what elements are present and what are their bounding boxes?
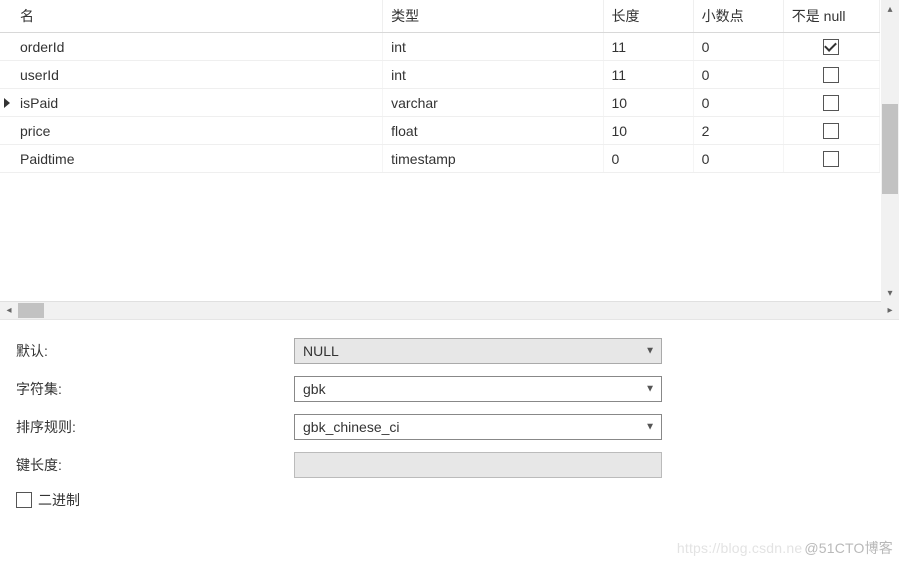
- binary-label: 二进制: [38, 490, 80, 510]
- vertical-scrollbar[interactable]: ▴ ▾: [881, 0, 899, 302]
- default-value: NULL: [303, 343, 339, 359]
- cell-length[interactable]: 10: [603, 117, 693, 145]
- cell-type[interactable]: int: [383, 61, 603, 89]
- cell-length[interactable]: 10: [603, 89, 693, 117]
- chevron-down-icon: ▼: [645, 384, 655, 395]
- notnull-checkbox[interactable]: [823, 39, 839, 55]
- header-notnull[interactable]: 不是 null: [783, 0, 879, 33]
- header-marker: [0, 0, 12, 33]
- cell-name[interactable]: orderId: [12, 33, 383, 61]
- fields-table-viewport: 名 类型 长度 小数点 不是 null orderIdint110userIdi…: [0, 0, 880, 301]
- header-type[interactable]: 类型: [383, 0, 603, 33]
- chevron-down-icon: ▼: [645, 422, 655, 433]
- charset-value: gbk: [303, 381, 326, 397]
- table-row[interactable]: userIdint110: [0, 61, 880, 89]
- cell-decimal[interactable]: 0: [693, 61, 783, 89]
- header-length[interactable]: 长度: [603, 0, 693, 33]
- binary-checkbox[interactable]: [16, 492, 32, 508]
- default-row: 默认: NULL ▼: [14, 338, 885, 364]
- charset-row: 字符集: gbk ▼: [14, 376, 885, 402]
- cell-name[interactable]: isPaid: [12, 89, 383, 117]
- collation-row: 排序规则: gbk_chinese_ci ▼: [14, 414, 885, 440]
- cell-notnull[interactable]: [783, 145, 879, 173]
- notnull-checkbox[interactable]: [823, 123, 839, 139]
- chevron-down-icon: ▼: [645, 346, 655, 357]
- collation-select[interactable]: gbk_chinese_ci ▼: [294, 414, 662, 440]
- watermark-text: @51CTO博客: [804, 540, 893, 556]
- default-label: 默认:: [14, 341, 294, 361]
- scroll-up-icon[interactable]: ▴: [881, 0, 899, 18]
- row-marker: [0, 33, 12, 61]
- collation-value: gbk_chinese_ci: [303, 419, 400, 435]
- fields-table-container: 名 类型 长度 小数点 不是 null orderIdint110userIdi…: [0, 0, 899, 302]
- field-detail-panel: 默认: NULL ▼ 字符集: gbk ▼ 排序规则: gbk_chinese_…: [0, 320, 899, 518]
- collation-label: 排序规则:: [14, 417, 294, 437]
- scroll-left-icon[interactable]: ◂: [0, 302, 18, 319]
- cell-type[interactable]: timestamp: [383, 145, 603, 173]
- cell-length[interactable]: 11: [603, 33, 693, 61]
- cell-notnull[interactable]: [783, 117, 879, 145]
- cell-type[interactable]: varchar: [383, 89, 603, 117]
- cell-notnull[interactable]: [783, 61, 879, 89]
- notnull-checkbox[interactable]: [823, 67, 839, 83]
- table-header-row: 名 类型 长度 小数点 不是 null: [0, 0, 880, 33]
- vscroll-thumb[interactable]: [882, 104, 898, 194]
- row-marker: [0, 61, 12, 89]
- cell-notnull[interactable]: [783, 33, 879, 61]
- cell-type[interactable]: int: [383, 33, 603, 61]
- row-marker: [0, 89, 12, 117]
- cell-notnull[interactable]: [783, 89, 879, 117]
- notnull-checkbox[interactable]: [823, 151, 839, 167]
- notnull-checkbox[interactable]: [823, 95, 839, 111]
- row-marker: [0, 145, 12, 173]
- scroll-down-icon[interactable]: ▾: [881, 284, 899, 302]
- fields-table: 名 类型 长度 小数点 不是 null orderIdint110userIdi…: [0, 0, 880, 173]
- charset-select[interactable]: gbk ▼: [294, 376, 662, 402]
- cell-length[interactable]: 0: [603, 145, 693, 173]
- keylength-label: 键长度:: [14, 455, 294, 475]
- header-decimal[interactable]: 小数点: [693, 0, 783, 33]
- cell-decimal[interactable]: 0: [693, 145, 783, 173]
- charset-label: 字符集:: [14, 379, 294, 399]
- cell-type[interactable]: float: [383, 117, 603, 145]
- hscroll-thumb[interactable]: [18, 303, 44, 318]
- keylength-input[interactable]: [294, 452, 662, 478]
- horizontal-scrollbar[interactable]: ◂ ▸: [0, 302, 899, 320]
- table-row[interactable]: isPaidvarchar100: [0, 89, 880, 117]
- cell-decimal[interactable]: 2: [693, 117, 783, 145]
- watermark: https://blog.csdn.ne@51CTO博客: [677, 538, 893, 558]
- active-row-icon: [4, 98, 10, 108]
- fields-table-body: orderIdint110userIdint110isPaidvarchar10…: [0, 33, 880, 173]
- header-name[interactable]: 名: [12, 0, 383, 33]
- table-row[interactable]: pricefloat102: [0, 117, 880, 145]
- cell-length[interactable]: 11: [603, 61, 693, 89]
- cell-decimal[interactable]: 0: [693, 33, 783, 61]
- cell-name[interactable]: price: [12, 117, 383, 145]
- table-row[interactable]: Paidtimetimestamp00: [0, 145, 880, 173]
- scroll-right-icon[interactable]: ▸: [881, 302, 899, 319]
- row-marker: [0, 117, 12, 145]
- keylength-row: 键长度:: [14, 452, 885, 478]
- cell-name[interactable]: Paidtime: [12, 145, 383, 173]
- cell-decimal[interactable]: 0: [693, 89, 783, 117]
- default-select[interactable]: NULL ▼: [294, 338, 662, 364]
- cell-name[interactable]: userId: [12, 61, 383, 89]
- binary-row: 二进制: [14, 490, 885, 510]
- table-row[interactable]: orderIdint110: [0, 33, 880, 61]
- watermark-faint: https://blog.csdn.ne: [677, 540, 802, 556]
